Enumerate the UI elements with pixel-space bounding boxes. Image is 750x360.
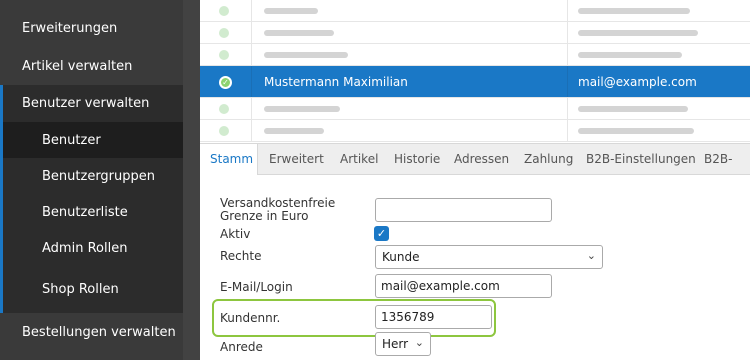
- user-name: Mustermann Maximilian: [264, 75, 408, 89]
- sidebar-item-shop-rollen[interactable]: Shop Rollen: [0, 266, 183, 313]
- blurred-text: [578, 128, 694, 134]
- panel-gutter: [183, 0, 200, 360]
- table-row-selected[interactable]: ✓ Mustermann Maximilian mail@example.com: [200, 66, 750, 98]
- table-row[interactable]: [200, 0, 750, 22]
- sidebar-item-label: Bestellungen verwalten: [22, 324, 176, 340]
- email-cell: [568, 44, 750, 65]
- sidebar-item-benutzer[interactable]: Benutzer: [0, 122, 183, 158]
- salutation-value: Herr: [382, 337, 409, 351]
- active-checkbox[interactable]: ✓: [374, 226, 389, 241]
- tab-b2b-budget[interactable]: B2B-Bud: [696, 144, 750, 197]
- user-form: Versandkostenfreie Grenze in Euro Aktiv …: [200, 175, 750, 360]
- sidebar-item-label: Shop Rollen: [42, 282, 119, 297]
- sidebar-item-label: Artikel verwalten: [22, 58, 133, 74]
- sidebar-item-label: Erweiterungen: [22, 20, 118, 36]
- blurred-text: [264, 52, 348, 58]
- free-shipping-input[interactable]: [375, 198, 552, 222]
- email-cell: [568, 120, 750, 141]
- sidebar-item-admin-rollen[interactable]: Admin Rollen: [0, 230, 183, 266]
- blurred-text: [578, 8, 690, 14]
- blurred-text: [578, 106, 688, 112]
- tab-zahlung[interactable]: Zahlung: [516, 144, 581, 175]
- sidebar-item-benutzergruppen[interactable]: Benutzergruppen: [0, 158, 183, 194]
- email-cell: [568, 98, 750, 119]
- free-shipping-label: Versandkostenfreie Grenze in Euro: [220, 196, 336, 223]
- blurred-text: [264, 30, 334, 36]
- email-field[interactable]: [375, 274, 552, 298]
- status-icon: [219, 50, 229, 60]
- sidebar-item-label: Benutzerliste: [42, 204, 128, 220]
- rights-value: Kunde: [382, 250, 420, 264]
- tab-adressen[interactable]: Adressen: [446, 144, 517, 175]
- tab-stamm[interactable]: Stamm: [200, 144, 258, 176]
- sidebar-item-benutzerliste[interactable]: Benutzerliste: [0, 194, 183, 230]
- status-cell: [200, 22, 252, 43]
- email-cell: [568, 0, 750, 21]
- status-cell: [200, 0, 252, 21]
- sidebar-item-artikel-verwalten[interactable]: Artikel verwalten: [0, 47, 183, 85]
- salutation-select[interactable]: Herr ⌄: [375, 332, 431, 356]
- tab-artikel[interactable]: Artikel: [332, 144, 386, 175]
- name-cell: [252, 22, 568, 43]
- sidebar-item-label: Benutzer verwalten: [22, 96, 150, 111]
- name-cell: Mustermann Maximilian: [252, 66, 568, 97]
- email-cell: mail@example.com: [568, 66, 750, 97]
- table-row[interactable]: [200, 44, 750, 66]
- table-row[interactable]: [200, 22, 750, 44]
- blurred-text: [578, 30, 698, 36]
- status-icon: [219, 28, 229, 38]
- active-label: Aktiv: [220, 227, 251, 241]
- blurred-text: [264, 8, 318, 14]
- name-cell: [252, 98, 568, 119]
- blurred-text: [578, 52, 682, 58]
- sidebar-item-label: Admin Rollen: [42, 240, 128, 256]
- blurred-text: [264, 106, 340, 112]
- detail-tabs: Stamm Erweitert Artikel Historie Adresse…: [200, 143, 750, 197]
- sidebar: Erweiterungen Artikel verwalten Benutzer…: [0, 0, 183, 360]
- tab-historie[interactable]: Historie: [386, 144, 448, 175]
- name-cell: [252, 0, 568, 21]
- name-cell: [252, 120, 568, 141]
- rights-label: Rechte: [220, 249, 262, 263]
- checkmark-icon: ✓: [376, 227, 387, 240]
- email-cell: [568, 22, 750, 43]
- sidebar-item-label: Benutzergruppen: [42, 168, 156, 184]
- table-row[interactable]: [200, 120, 750, 142]
- sidebar-item-erweiterungen[interactable]: Erweiterungen: [0, 9, 183, 47]
- status-icon: [219, 104, 229, 114]
- customer-no-label: Kundennr.: [220, 311, 281, 325]
- sidebar-item-bestellungen-verwalten[interactable]: Bestellungen verwalten: [0, 313, 183, 351]
- tab-b2b-einstellungen[interactable]: B2B-Einstellungen: [578, 144, 704, 175]
- chevron-down-icon: ⌄: [414, 336, 424, 349]
- blurred-text: [264, 128, 324, 134]
- status-cell: [200, 44, 252, 65]
- active-check-icon: ✓: [219, 76, 232, 89]
- user-email: mail@example.com: [578, 75, 697, 89]
- status-cell: ✓: [200, 66, 252, 97]
- sidebar-item-benutzer-verwalten[interactable]: Benutzer verwalten: [0, 85, 183, 122]
- salutation-label: Anrede: [220, 340, 263, 354]
- name-cell: [252, 44, 568, 65]
- customer-no-field[interactable]: [375, 305, 492, 329]
- email-label: E-Mail/Login: [220, 280, 293, 294]
- status-cell: [200, 120, 252, 141]
- sidebar-item-label: Benutzer: [42, 132, 101, 148]
- status-icon: [219, 6, 229, 16]
- status-icon: [219, 126, 229, 136]
- rights-select[interactable]: Kunde ⌄: [375, 245, 603, 269]
- status-cell: [200, 98, 252, 119]
- user-grid: ✓ Mustermann Maximilian mail@example.com: [200, 0, 750, 143]
- tab-erweitert[interactable]: Erweitert: [261, 144, 332, 175]
- chevron-down-icon: ⌄: [586, 249, 596, 262]
- table-row[interactable]: [200, 98, 750, 120]
